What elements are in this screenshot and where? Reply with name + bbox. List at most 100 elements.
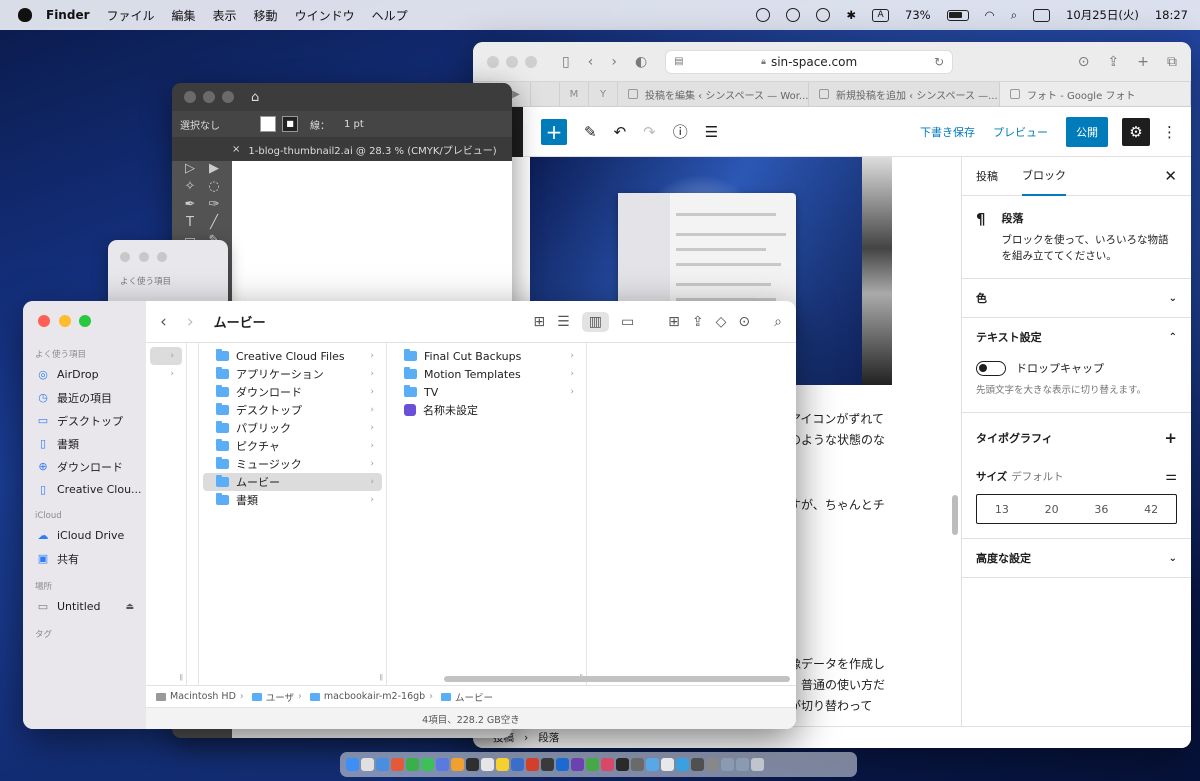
column-3[interactable]: Final Cut Backups › Motion Templates › TV ›… [387,343,587,685]
terminal-dock-icon[interactable] [466,758,479,771]
zoom-window-button[interactable] [157,252,167,262]
close-window-button[interactable] [120,252,130,262]
typography-toggle[interactable]: タイポグラフィ + [976,419,1177,457]
mail-dock-icon[interactable] [436,758,449,771]
appstore-dock-icon[interactable] [646,758,659,771]
list-item[interactable]: ミュージック › [203,455,382,473]
vscode-dock-icon[interactable] [511,758,524,771]
more-options-icon[interactable]: ⋮ [1162,123,1177,141]
trash-icon[interactable] [751,758,764,771]
eject-icon[interactable]: ⏏ [125,602,134,612]
preview-dock-icon[interactable] [661,758,674,771]
minimize-window-button[interactable] [203,91,215,103]
dropcap-toggle[interactable] [976,360,1006,376]
minimize-window-button[interactable] [58,315,71,327]
tab-overview-icon[interactable]: ⧉ [1167,54,1177,70]
font-size-option[interactable]: 20 [1027,495,1077,523]
share-icon[interactable]: ⇪ [1108,54,1120,70]
list-item[interactable]: パブリック › [203,419,382,437]
pinned-tab-twitter[interactable] [531,82,560,106]
bluetooth-icon[interactable]: ✱ [846,8,856,22]
paragraph-line[interactable]: 像データを作成し [789,654,885,674]
window-thumb-icon[interactable] [721,758,734,771]
list-item[interactable]: Final Cut Backups › [391,347,582,365]
forward-icon[interactable]: › [611,54,617,70]
sidebar-toggle-icon[interactable]: ▯ [562,54,570,70]
sidebar-item-recents[interactable]: ◷ 最近の項目 [23,386,146,409]
list-item[interactable]: Creative Cloud Files › [203,347,382,365]
back-icon[interactable]: ‹ [588,54,594,70]
edit-tool-icon[interactable]: ✎ [584,123,597,141]
premiere-dock-icon[interactable] [571,758,584,771]
list-item[interactable]: ダウンロード › [203,383,382,401]
music-dock-icon[interactable] [601,758,614,771]
illustrator-dock-icon[interactable] [541,758,554,771]
photos-dock-icon[interactable] [451,758,464,771]
launchpad-dock-icon[interactable] [361,758,374,771]
canvas-scrollbar[interactable] [952,495,958,535]
fill-swatch[interactable] [260,116,276,132]
wifi-icon[interactable]: ◠ [985,8,995,22]
firefox-dock-icon[interactable] [391,758,404,771]
sidebar-item-untitled[interactable]: ▭ Untitled ⏏ [23,595,146,618]
reload-icon[interactable]: ↻ [934,55,944,69]
list-item[interactable]: › [150,347,182,365]
details-info-icon[interactable]: ⓘ [673,121,688,142]
undo-icon[interactable]: ↶ [614,123,627,141]
chrome-dock-icon[interactable] [406,758,419,771]
photoshop-dock-icon[interactable] [556,758,569,771]
sidebar-item-shared[interactable]: ▣ 共有 [23,547,146,570]
privacy-shield-icon[interactable]: ◐ [635,54,647,70]
list-item[interactable]: ムービー › [203,473,382,491]
stroke-weight-field[interactable]: 1 pt [344,119,364,130]
color-panel-toggle[interactable]: 色 ⌄ [976,279,1177,317]
font-size-option[interactable]: 36 [1077,495,1127,523]
lasso-tool-icon[interactable]: ◌ [202,179,226,194]
stroke-swatch[interactable]: ■ [282,116,298,132]
column-4[interactable] [587,343,796,685]
finalcut-dock-icon[interactable] [616,758,629,771]
menu-go[interactable]: 移動 [254,7,278,24]
new-tab-icon[interactable]: + [1137,54,1149,70]
sidebar-item-airdrop[interactable]: ◎ AirDrop [23,363,146,386]
sidebar-item-creative-cloud[interactable]: ▯ Creative Clou... [23,478,146,501]
paragraph-line[interactable]: のような状態のな [789,430,885,450]
document-tab[interactable]: × 1-blog-thumbnail2.ai @ 28.3 % (CMYK/プレ… [172,137,512,161]
list-item[interactable]: TV › [391,383,582,401]
messages-dock-icon[interactable] [421,758,434,771]
line-tool-icon[interactable]: ╱ [202,215,226,230]
tab-edit-post[interactable]: 投稿を編集 ‹ シンスペース — Wor... [618,82,809,106]
home-icon[interactable]: ⌂ [251,90,259,105]
forward-icon[interactable]: › [187,312,194,332]
acrobat-dock-icon[interactable] [526,758,539,771]
downloads-stack-icon[interactable] [706,758,719,771]
play-icon[interactable] [816,8,831,22]
close-tab-icon[interactable]: × [232,144,240,155]
gallery-view-icon[interactable]: ▭ [621,314,634,330]
zoom-window-button[interactable] [525,55,537,68]
save-draft-button[interactable]: 下書き保存 [920,124,975,140]
path-item[interactable]: Macintosh HD [170,691,236,702]
apple-menu-icon[interactable] [18,8,32,22]
column-resize-handle[interactable]: ǁ [380,673,383,681]
close-window-button[interactable] [487,55,499,68]
group-by-icon[interactable]: ⊞ [668,314,680,330]
sidebar-item-downloads[interactable]: ⊕ ダウンロード [23,455,146,478]
paragraph-line[interactable]: が切り替わって [789,696,872,716]
menu-app-name[interactable]: Finder [46,8,90,22]
paragraph-line[interactable]: すが、ちゃんとチ [789,495,885,515]
sync-icon[interactable] [786,8,801,22]
pinned-tab-yahoo[interactable]: Y [589,82,618,106]
list-item[interactable]: › [150,365,182,383]
activity-monitor-dock-icon[interactable] [691,758,704,771]
creative-cloud-icon[interactable] [756,8,771,22]
list-item[interactable]: 書類 › [203,491,382,509]
spotlight-search-icon[interactable]: ⌕ [1011,8,1017,23]
list-item[interactable]: デスクトップ › [203,401,382,419]
breadcrumb-paragraph[interactable]: 段落 [538,730,559,745]
settings-dock-icon[interactable] [631,758,644,771]
column-2[interactable]: Creative Cloud Files › アプリケーション › ダウンロード › … [199,343,387,685]
path-item[interactable]: ムービー [455,690,493,704]
preview-button[interactable]: プレビュー [993,124,1048,140]
path-item[interactable]: ユーザ [266,690,294,704]
